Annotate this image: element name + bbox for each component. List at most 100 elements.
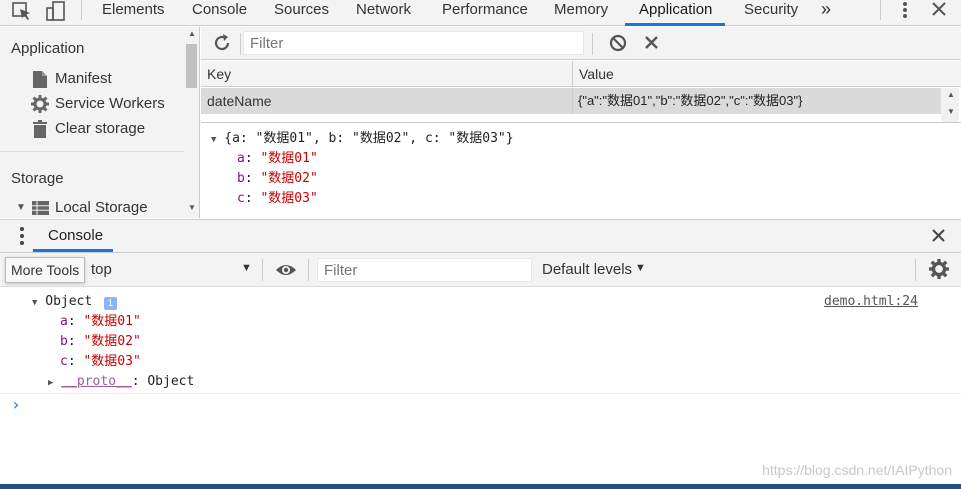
tab-elements[interactable]: Elements	[102, 0, 165, 25]
console-filter-input[interactable]	[317, 258, 532, 282]
preview-property: c: "数据03"	[237, 191, 318, 206]
column-header-key[interactable]: Key	[201, 61, 573, 87]
tab-application[interactable]: Application	[639, 0, 712, 25]
proto-key: __proto__	[61, 374, 132, 389]
row-key-cell[interactable]: dateName	[207, 88, 272, 114]
table-scrollbar[interactable]: ▲ ▼	[941, 88, 959, 122]
scroll-up-arrow-icon[interactable]: ▲	[947, 90, 955, 99]
property-value: "数据03"	[260, 191, 318, 206]
log-levels-dropdown[interactable]: Default levels	[542, 261, 632, 278]
preview-property: b: "数据02"	[237, 171, 318, 186]
tab-sources[interactable]: Sources	[274, 0, 329, 25]
property-key: c	[60, 354, 68, 369]
tab-console[interactable]: Console	[192, 0, 247, 25]
property-value: "数据03"	[83, 354, 141, 369]
console-toolbar: top ▼ Default levels ▼	[0, 253, 961, 287]
expand-arrow-icon[interactable]: ▼	[211, 135, 216, 145]
document-icon	[33, 71, 47, 94]
storage-filter-input[interactable]	[243, 31, 584, 55]
inspect-element-icon[interactable]	[11, 0, 33, 22]
watermark: https://blog.csdn.net/IAIPython	[762, 462, 952, 478]
divider	[262, 259, 263, 281]
context-selector[interactable]: top	[91, 261, 112, 278]
drawer-menu-icon[interactable]	[12, 226, 32, 249]
property-value: "数据02"	[83, 334, 141, 349]
devtools-tab-bar: Elements Console Sources Network Perform…	[0, 0, 961, 26]
expand-arrow-icon[interactable]: ▼	[16, 198, 26, 218]
property-value: "数据01"	[260, 151, 318, 166]
preview-summary-text: {a: "数据01", b: "数据02", c: "数据03"}	[224, 131, 514, 146]
tab-network[interactable]: Network	[356, 0, 411, 25]
divider	[592, 33, 593, 55]
property-key: b	[237, 171, 245, 186]
divider	[81, 0, 82, 20]
proto-value: Object	[147, 374, 195, 389]
object-label: Object	[45, 294, 93, 309]
property-value: "数据01"	[83, 314, 141, 329]
divider	[0, 151, 184, 152]
tab-security[interactable]: Security	[744, 0, 798, 25]
console-property: c: "数据03"	[60, 354, 141, 369]
divider	[240, 33, 241, 55]
expand-arrow-icon[interactable]: ▼	[32, 298, 37, 308]
scroll-down-arrow-icon[interactable]: ▼	[188, 203, 196, 212]
gear-icon	[31, 95, 49, 119]
active-tab-indicator	[625, 23, 725, 26]
more-tabs-button[interactable]: »	[821, 0, 831, 25]
divider	[915, 259, 916, 281]
source-link[interactable]: demo.html:24	[824, 292, 918, 312]
scrollbar-thumb[interactable]	[186, 44, 197, 88]
gear-icon[interactable]	[929, 259, 949, 282]
sidebar-item-label: Local Storage	[55, 199, 148, 216]
console-property: b: "数据02"	[60, 334, 141, 349]
divider	[308, 259, 309, 281]
trash-icon	[33, 120, 47, 144]
scroll-up-arrow-icon[interactable]: ▲	[188, 29, 196, 38]
scroll-down-arrow-icon[interactable]: ▼	[947, 107, 955, 116]
delete-selected-icon[interactable]	[642, 33, 662, 56]
tab-performance[interactable]: Performance	[442, 0, 528, 25]
info-icon[interactable]: i	[104, 297, 118, 310]
eye-icon[interactable]	[275, 260, 297, 283]
value-preview-panel: ▼ {a: "数据01", b: "数据02", c: "数据03"} a: "…	[201, 122, 961, 218]
column-header-value[interactable]: Value	[573, 61, 961, 87]
application-sidebar: Application Manifest Service Workers Cle…	[0, 27, 200, 218]
tab-memory[interactable]: Memory	[554, 0, 608, 25]
divider	[0, 393, 961, 394]
console-prompt-icon[interactable]: ›	[11, 395, 21, 415]
sidebar-section-storage: Storage	[11, 170, 64, 187]
console-proto-entry[interactable]: ▶ __proto__: Object	[48, 372, 194, 392]
storage-toolbar	[201, 27, 961, 60]
expand-arrow-icon[interactable]: ▶	[48, 378, 53, 388]
sidebar-item-label: Service Workers	[55, 95, 165, 112]
device-toolbar-icon[interactable]	[45, 0, 67, 22]
chevron-down-icon[interactable]: ▼	[635, 262, 646, 274]
active-tab-indicator	[33, 249, 113, 252]
table-row[interactable]: dateName {"a":"数据01","b":"数据02","c":"数据0…	[201, 88, 941, 122]
divider	[880, 0, 881, 20]
kebab-menu-icon[interactable]	[894, 0, 916, 22]
console-output: ▼ Object i demo.html:24 a: "数据01" b: "数据…	[0, 287, 961, 489]
sidebar-item-label: Clear storage	[55, 120, 146, 137]
sidebar-item-label: Manifest	[55, 70, 112, 87]
more-tools-tooltip: More Tools	[5, 257, 86, 283]
property-key: b	[60, 334, 68, 349]
sidebar-scrollbar[interactable]: ▲ ▼	[184, 27, 200, 218]
console-object-entry[interactable]: ▼ Object i	[32, 292, 118, 312]
row-value-cell[interactable]: {"a":"数据01","b":"数据02","c":"数据03"}	[578, 88, 802, 114]
refresh-icon[interactable]	[212, 33, 232, 56]
close-devtools-icon[interactable]	[928, 0, 950, 22]
chevron-down-icon[interactable]: ▼	[241, 262, 252, 274]
drawer-tab-bar: Console	[0, 219, 961, 253]
drawer-tab-console[interactable]: Console	[48, 227, 103, 244]
close-drawer-icon[interactable]	[929, 226, 949, 249]
property-key: c	[237, 191, 245, 206]
block-icon[interactable]	[608, 33, 628, 56]
preview-property: a: "数据01"	[237, 151, 318, 166]
grid-icon	[32, 201, 49, 221]
property-key: a	[237, 151, 245, 166]
property-key: a	[60, 314, 68, 329]
preview-object-summary[interactable]: ▼ {a: "数据01", b: "数据02", c: "数据03"}	[211, 129, 514, 149]
property-value: "数据02"	[260, 171, 318, 186]
taskbar-strip	[0, 484, 961, 489]
